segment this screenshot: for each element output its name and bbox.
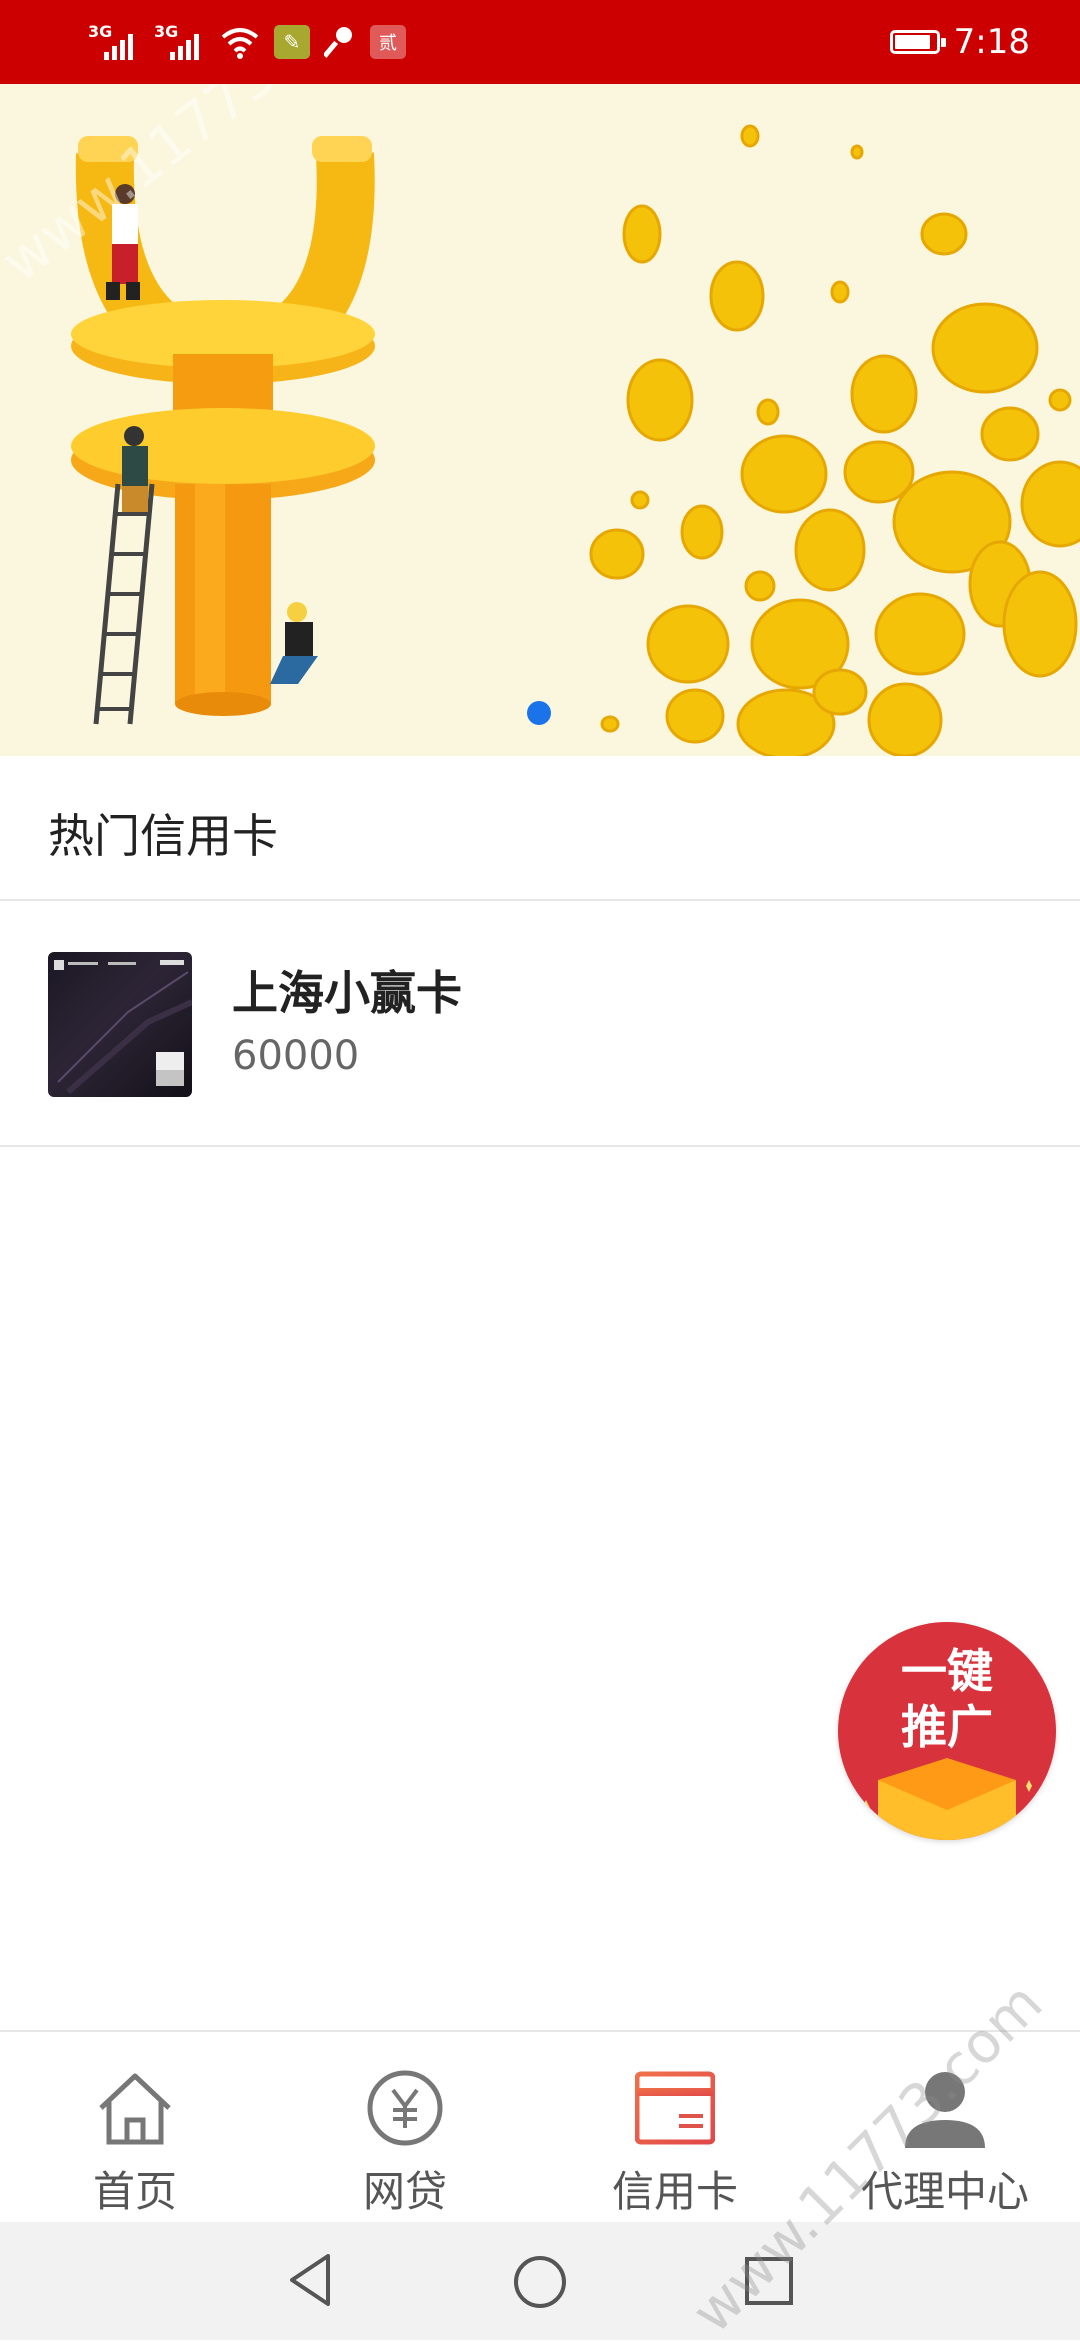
yuan-icon (367, 2070, 443, 2146)
credit-card-image (48, 952, 192, 1097)
banner-illustration (71, 124, 1080, 756)
card-limit: 60000 (232, 1033, 360, 1079)
promo-banner[interactable]: www.11773.com (0, 84, 1080, 756)
tab-agent-center[interactable]: 代理中心 (810, 2032, 1080, 2224)
tab-agent-center-label: 代理中心 (860, 2167, 1029, 2216)
tab-online-loan-label: 网贷 (362, 2167, 447, 2216)
tab-credit-card-label: 信用卡 (611, 2167, 738, 2216)
signal-icon: 3G (88, 22, 140, 62)
battery-icon (889, 30, 946, 54)
status-icons-right: 7:18 (889, 18, 1030, 66)
gift-envelope-icon (862, 1758, 1032, 1840)
list-item[interactable]: 上海小赢卡 60000 (0, 901, 1080, 1147)
tab-credit-card[interactable]: 信用卡 (540, 2032, 810, 2224)
section-header: 热门信用卡 (0, 756, 1080, 901)
app-badge-icon: 贰 (370, 25, 406, 59)
status-bar: 3G 3G ✎ 贰 7:18 (0, 0, 1080, 84)
clock: 7:18 (953, 22, 1030, 62)
status-icons-left: 3G 3G ✎ 贰 (88, 18, 406, 66)
home-icon (99, 2073, 171, 2145)
bottom-navigation: 首页 网贷 信用卡 代理中心 (0, 2030, 1080, 2222)
banner-page-dot[interactable] (527, 701, 551, 725)
system-navigation-bar (0, 2222, 1080, 2340)
section-title: 热门信用卡 (48, 809, 278, 863)
promote-label-line2: 推广 (901, 1700, 993, 1754)
one-click-promote-button[interactable]: 一键 推广 (838, 1622, 1056, 1840)
tab-online-loan[interactable]: 网贷 (270, 2032, 540, 2224)
recents-icon[interactable] (744, 2256, 794, 2306)
user-icon (905, 2072, 985, 2148)
notes-app-icon: ✎ (274, 25, 310, 59)
promote-label-line1: 一键 (901, 1644, 993, 1698)
credit-card-icon (635, 2071, 715, 2145)
tab-home-label: 首页 (92, 2167, 177, 2216)
home-circle-icon[interactable] (512, 2254, 568, 2310)
wifi-icon (221, 28, 259, 59)
back-icon[interactable] (286, 2252, 334, 2308)
card-name: 上海小赢卡 (232, 966, 462, 1020)
signal-icon: 3G (154, 22, 206, 62)
tab-home[interactable]: 首页 (0, 2032, 270, 2224)
key-icon (324, 27, 352, 58)
